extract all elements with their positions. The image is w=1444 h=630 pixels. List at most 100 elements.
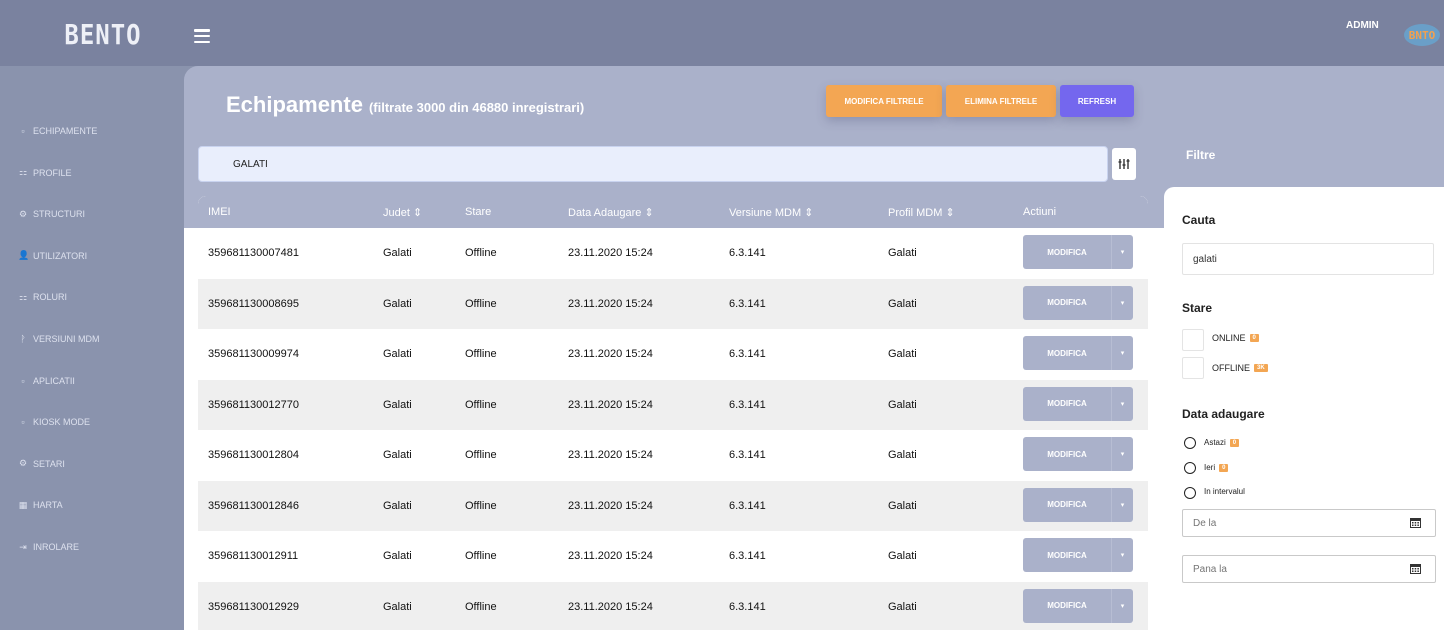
modify-button[interactable]: MODIFICA — [1023, 589, 1111, 623]
search-input[interactable] — [198, 146, 1108, 182]
today-label: Astazi 0 — [1204, 438, 1240, 447]
modify-button[interactable]: MODIFICA — [1023, 336, 1111, 370]
col-stare-header: Stare — [465, 206, 492, 218]
table-row[interactable]: 359681130007481 Galati Offline 23.11.2020 1… — [198, 228, 1148, 278]
sidebar-item-roluri[interactable]: ⚏ ROLURI — [18, 287, 67, 307]
caret-down-icon[interactable]: ▾ — [1111, 437, 1133, 471]
online-label: ONLINE 0 — [1212, 333, 1259, 343]
table-row[interactable]: 359681130009974 Galati Offline 23.11.2020 1… — [198, 329, 1148, 379]
avatar[interactable]: BNTO — [1404, 24, 1440, 46]
cell-stare: Offline — [465, 449, 497, 461]
cell-profil: Galati — [888, 600, 917, 613]
caret-down-icon[interactable]: ▾ — [1111, 336, 1133, 370]
date-from-input[interactable] — [1182, 509, 1436, 537]
col-profil-mdm-header[interactable]: Profil MDM ⇕ — [888, 206, 955, 219]
online-checkbox[interactable] — [1182, 329, 1204, 351]
date-to-input[interactable] — [1182, 555, 1436, 583]
table-row[interactable]: 359681130012804 Galati Offline 23.11.2020 1… — [198, 430, 1148, 480]
yesterday-radio[interactable] — [1184, 462, 1196, 474]
map-icon: ▦ — [18, 499, 28, 510]
sidebar-item-versiuni-mdm[interactable]: ᚹ VERSIUNI MDM — [18, 329, 100, 349]
sidebar-item-setari[interactable]: ⚙ SETARI — [18, 454, 65, 474]
modify-filters-button[interactable]: MODIFICA FILTRELE — [826, 85, 942, 117]
modify-button[interactable]: MODIFICA — [1023, 387, 1111, 421]
modify-dropdown-button[interactable]: MODIFICA ▾ — [1023, 487, 1133, 522]
modify-button[interactable]: MODIFICA — [1023, 286, 1111, 320]
square-icon: ▫ — [21, 417, 25, 428]
sidebar-item-structuri[interactable]: ⚙ STRUCTURI — [18, 204, 85, 224]
table-header: IMEI Judet ⇕ Stare Data Adaugare ⇕ Versiune … — [198, 196, 1148, 228]
caret-down-icon[interactable]: ▾ — [1111, 538, 1133, 572]
table-row[interactable]: 359681130012929 Galati Offline 23.11.2020 1… — [198, 581, 1148, 630]
sidebar-item-profile[interactable]: ⚏ PROFILE — [18, 163, 72, 183]
cell-judet: Galati — [383, 449, 412, 461]
modify-dropdown-button[interactable]: MODIFICA ▾ — [1023, 538, 1133, 572]
sidebar-item-echipamente[interactable]: ▫ ECHIPAMENTE — [18, 121, 97, 141]
modify-button[interactable]: MODIFICA — [1023, 538, 1111, 572]
col-imei-header: IMEI — [208, 206, 231, 218]
sidebar-item-label: APLICATII — [33, 375, 75, 386]
sidebar-item-harta[interactable]: ▦ HARTA — [18, 495, 63, 515]
cell-data: 23.11.2020 15:24 — [568, 297, 653, 310]
modify-dropdown-button[interactable]: MODIFICA ▾ — [1023, 437, 1133, 471]
calendar-icon[interactable] — [1410, 563, 1421, 574]
yesterday-count-badge: 0 — [1219, 463, 1229, 472]
modify-button[interactable]: MODIFICA — [1023, 235, 1111, 269]
filter-sliders-icon[interactable] — [1112, 148, 1136, 180]
refresh-button[interactable]: REFRESH — [1060, 85, 1134, 117]
interval-radio[interactable] — [1184, 487, 1196, 499]
modify-dropdown-button[interactable]: MODIFICA ▾ — [1023, 285, 1133, 320]
menu-icon[interactable] — [194, 29, 210, 43]
cell-stare: Offline — [465, 600, 497, 613]
caret-down-icon[interactable]: ▾ — [1111, 487, 1133, 522]
col-judet-header[interactable]: Judet ⇕ — [383, 206, 422, 219]
col-versiune-mdm-header[interactable]: Versiune MDM ⇕ — [729, 206, 813, 219]
top-bar — [0, 0, 1444, 66]
offline-count-badge: 3K — [1254, 364, 1268, 372]
remove-filters-button[interactable]: ELIMINA FILTRELE — [946, 85, 1056, 117]
cell-judet: Galati — [383, 398, 412, 411]
cell-imei: 359681130012770 — [208, 398, 299, 411]
sidebar-item-utilizatori[interactable]: 👤 UTILIZATORI — [18, 246, 87, 266]
modify-dropdown-button[interactable]: MODIFICA ▾ — [1023, 235, 1133, 269]
cell-data: 23.11.2020 15:24 — [568, 600, 653, 613]
modify-button[interactable]: MODIFICA — [1023, 488, 1111, 522]
offline-checkbox[interactable] — [1182, 357, 1204, 379]
table-row[interactable]: 359681130012770 Galati Offline 23.11.2020 1… — [198, 379, 1148, 430]
user-name[interactable]: ADMIN — [1346, 20, 1379, 31]
caret-down-icon[interactable]: ▾ — [1111, 386, 1133, 421]
devices-table: IMEI Judet ⇕ Stare Data Adaugare ⇕ Versiune … — [198, 196, 1148, 630]
table-row[interactable]: 359681130012911 Galati Offline 23.11.2020 1… — [198, 531, 1148, 581]
sidebar-item-label: ROLURI — [33, 292, 68, 303]
filter-search-input[interactable] — [1182, 243, 1434, 275]
col-data-adaugare-header[interactable]: Data Adaugare ⇕ — [568, 206, 654, 219]
gear-icon: ⚙ — [18, 458, 28, 469]
sidebar-item-inrolare[interactable]: ⇥ INROLARE — [18, 537, 79, 557]
modify-dropdown-button[interactable]: MODIFICA ▾ — [1023, 386, 1133, 421]
cell-profil: Galati — [888, 550, 917, 562]
modify-button[interactable]: MODIFICA — [1023, 437, 1111, 471]
caret-down-icon[interactable]: ▾ — [1111, 235, 1133, 269]
modify-dropdown-button[interactable]: MODIFICA ▾ — [1023, 336, 1133, 370]
caret-down-icon[interactable]: ▾ — [1111, 285, 1133, 320]
app-logo[interactable]: BENTO — [64, 18, 142, 53]
version-icon: ᚹ — [20, 334, 26, 344]
cell-imei: 359681130009974 — [208, 348, 299, 360]
sidebar-item-aplicatii[interactable]: ▫ APLICATII — [18, 371, 75, 391]
cell-stare: Offline — [465, 499, 497, 512]
cell-profil: Galati — [888, 499, 917, 512]
cell-profil: Galati — [888, 297, 917, 310]
cell-versiune: 6.3.141 — [729, 398, 766, 411]
sidebar-item-label: VERSIUNI MDM — [33, 334, 100, 344]
sidebar-item-label: ECHIPAMENTE — [33, 126, 98, 136]
cell-imei: 359681130008695 — [208, 297, 299, 310]
table-row[interactable]: 359681130008695 Galati Offline 23.11.2020 1… — [198, 278, 1148, 329]
cell-stare: Offline — [465, 247, 497, 259]
today-radio[interactable] — [1184, 437, 1196, 449]
sidebar-item-kiosk-mode[interactable]: ▫ KIOSK MODE — [18, 412, 90, 432]
table-row[interactable]: 359681130012846 Galati Offline 23.11.2020 1… — [198, 480, 1148, 531]
cell-imei: 359681130007481 — [208, 247, 299, 259]
caret-down-icon[interactable]: ▾ — [1111, 588, 1133, 623]
modify-dropdown-button[interactable]: MODIFICA ▾ — [1023, 588, 1133, 623]
calendar-icon[interactable] — [1410, 517, 1421, 528]
